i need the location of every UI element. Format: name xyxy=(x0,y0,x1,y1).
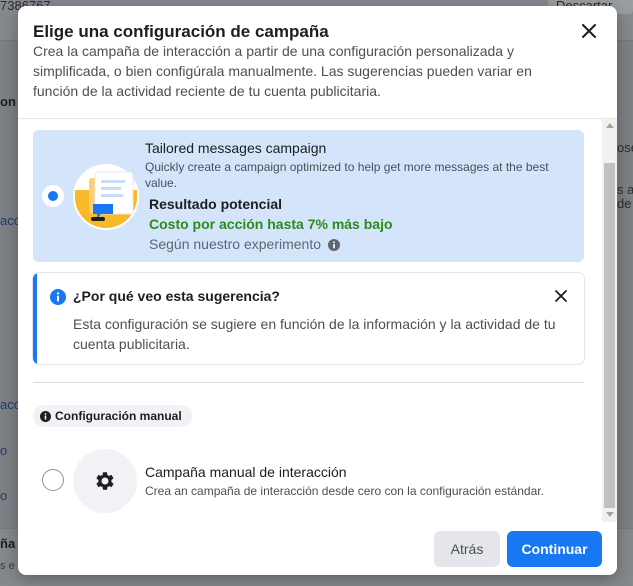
background-text: ose xyxy=(617,140,633,155)
manual-config-pill: Configuración manual xyxy=(33,405,192,427)
why-suggestion-text: Esta configuración se sugiere en función… xyxy=(73,316,556,352)
manual-config-label: Configuración manual xyxy=(55,409,182,423)
dialog-description: Crea la campaña de interacción a partir … xyxy=(33,43,532,99)
close-button[interactable] xyxy=(577,19,601,43)
continue-button[interactable]: Continuar xyxy=(507,531,602,567)
scroll-down-arrow-icon[interactable] xyxy=(606,512,614,517)
background-text: ña xyxy=(0,536,16,551)
close-icon xyxy=(582,24,596,38)
experiment-note: Según nuestro experimento xyxy=(149,236,321,252)
dialog-scrollbar[interactable] xyxy=(602,119,617,522)
gear-icon xyxy=(96,472,114,490)
section-divider xyxy=(33,382,584,383)
potential-result-label: Resultado potencial xyxy=(149,196,283,212)
dialog-header: Elige una configuración de campaña Crea … xyxy=(18,6,617,118)
dialog-body[interactable]: Tailored messages campaign Quickly creat… xyxy=(18,119,617,522)
manual-campaign-radio[interactable] xyxy=(42,469,64,491)
scroll-up-arrow-icon[interactable] xyxy=(606,123,614,128)
background-text: o xyxy=(0,443,8,458)
back-button[interactable]: Atrás xyxy=(434,531,500,567)
background-text: on xyxy=(0,94,16,109)
manual-campaign-description: Crea an campaña de interacción desde cer… xyxy=(145,484,544,498)
potential-result-value: Costo por acción hasta 7% más bajo xyxy=(149,216,393,232)
dismiss-suggestion-button[interactable] xyxy=(551,286,571,306)
messages-campaign-illustration xyxy=(73,164,139,230)
close-icon xyxy=(555,290,567,302)
info-icon xyxy=(40,410,51,422)
tailored-campaign-title: Tailored messages campaign xyxy=(145,140,327,156)
manual-icon-container xyxy=(73,449,137,513)
background-text: o xyxy=(0,488,8,503)
dialog-title: Elige una configuración de campaña xyxy=(33,22,329,41)
campaign-config-dialog: Elige una configuración de campaña Crea … xyxy=(18,6,617,575)
background-text: de xyxy=(617,196,632,211)
why-suggestion-box: ¿Por qué veo esta sugerencia? Esta confi… xyxy=(33,273,584,364)
tailored-campaign-option[interactable]: Tailored messages campaign Quickly creat… xyxy=(33,130,584,262)
background-text: s a xyxy=(617,182,633,197)
info-icon xyxy=(50,289,66,305)
why-suggestion-title: ¿Por qué veo esta sugerencia? xyxy=(73,288,280,304)
tailored-campaign-radio[interactable] xyxy=(42,185,64,207)
tailored-campaign-description: Quickly create a campaign optimized to h… xyxy=(145,160,549,190)
info-icon[interactable] xyxy=(328,239,340,251)
why-box-accent xyxy=(33,273,37,364)
manual-campaign-title: Campaña manual de interacción xyxy=(145,464,347,480)
scrollbar-thumb[interactable] xyxy=(604,163,615,508)
background-text: s e xyxy=(0,560,15,572)
